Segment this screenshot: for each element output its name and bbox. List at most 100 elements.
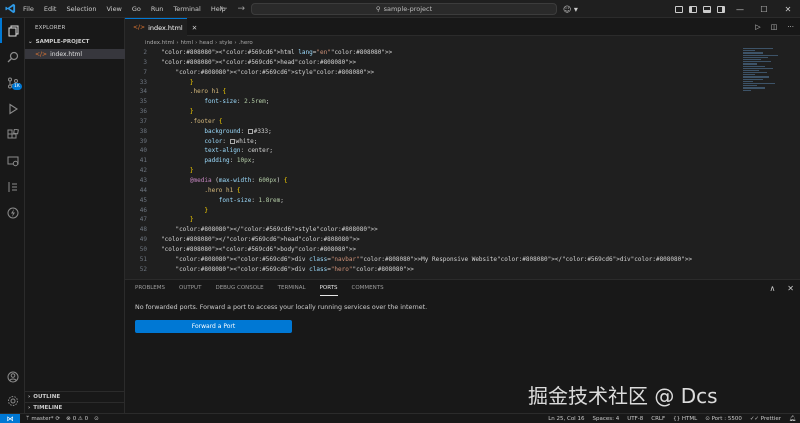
- notifications-bell-icon[interactable]: 🔔︎: [789, 416, 796, 422]
- tab-index-html[interactable]: </> index.html ✕: [125, 18, 197, 36]
- code-editor[interactable]: 2 "color:#808080"><"color:#569cd6">html l…: [125, 48, 725, 274]
- close-window-icon[interactable]: ✕: [776, 0, 800, 18]
- remote-indicator-icon[interactable]: ⋈: [0, 413, 20, 423]
- toggle-sidebar-icon[interactable]: [689, 5, 697, 13]
- code-line[interactable]: 45 font-size: 1.8rem;: [125, 196, 725, 206]
- line-content: padding: 10px;: [204, 157, 255, 165]
- account-icon[interactable]: [0, 364, 25, 389]
- timeline-section[interactable]: › TIMELINE: [25, 402, 125, 413]
- encoding[interactable]: UTF-8: [627, 416, 643, 422]
- language-mode[interactable]: {} HTML: [673, 416, 697, 422]
- check-double-icon: ✓✓: [749, 416, 761, 422]
- code-line[interactable]: 35 font-size: 2.5rem;: [125, 97, 725, 107]
- code-line[interactable]: 7 "color:#808080"><"color:#569cd6">style…: [125, 68, 725, 78]
- cursor-position[interactable]: Ln 25, Col 16: [548, 416, 584, 422]
- breadcrumb-item[interactable]: style: [219, 40, 232, 46]
- maximize-panel-icon[interactable]: ∧: [769, 284, 775, 293]
- file-item-index-html[interactable]: </> index.html: [25, 49, 125, 59]
- project-name: SAMPLE-PROJECT: [35, 39, 90, 45]
- maximize-icon[interactable]: ☐: [752, 0, 776, 18]
- tab-comments[interactable]: COMMENTS: [352, 280, 384, 296]
- split-editor-icon[interactable]: ◫: [771, 23, 778, 31]
- code-line[interactable]: 44 .hero h1 {: [125, 186, 725, 196]
- code-line[interactable]: 52 "color:#808080"><"color:#569cd6">div …: [125, 265, 725, 275]
- toggle-panel-icon[interactable]: [703, 5, 711, 13]
- editor-tabs: </> index.html ✕ ▷ ◫ ···: [125, 18, 800, 36]
- line-number: 3: [143, 58, 147, 66]
- forward-arrow-icon[interactable]: →: [238, 4, 246, 14]
- tab-terminal[interactable]: TERMINAL: [278, 280, 306, 296]
- line-content: "color:#808080"></"color:#569cd6">head"c…: [161, 236, 360, 244]
- source-control-icon[interactable]: 1K: [0, 70, 25, 95]
- code-line[interactable]: 47 }: [125, 215, 725, 225]
- prettier-status[interactable]: ✓✓ Prettier: [750, 416, 781, 422]
- explorer-icon[interactable]: [0, 18, 25, 43]
- search-activity-icon[interactable]: [0, 44, 25, 69]
- code-line[interactable]: 50 "color:#808080"><"color:#569cd6">body"…: [125, 245, 725, 255]
- git-branch[interactable]: ᛘ master* ⟳: [26, 416, 60, 422]
- code-line[interactable]: 34 .hero h1 {: [125, 87, 725, 97]
- line-content: }: [204, 206, 208, 214]
- code-line[interactable]: 37 .footer {: [125, 117, 725, 127]
- testing-icon[interactable]: [0, 174, 25, 199]
- menu-file[interactable]: File: [18, 0, 39, 18]
- menu-selection[interactable]: Selection: [61, 0, 101, 18]
- breadcrumb-item[interactable]: .hero: [239, 40, 253, 46]
- code-line[interactable]: 49 "color:#808080"></"color:#569cd6">head…: [125, 235, 725, 245]
- code-line[interactable]: 48 "color:#808080"></"color:#569cd6">sty…: [125, 225, 725, 235]
- toggle-secondary-sidebar-icon[interactable]: [717, 5, 725, 13]
- layout-customize-icon[interactable]: [675, 5, 683, 13]
- back-arrow-icon[interactable]: ←: [220, 4, 228, 14]
- more-actions-icon[interactable]: ···: [787, 23, 794, 31]
- breadcrumb-item[interactable]: head: [199, 40, 213, 46]
- close-tab-icon[interactable]: ✕: [192, 24, 197, 32]
- code-line[interactable]: 46 }: [125, 206, 725, 216]
- code-line[interactable]: 43 @media (max-width: 600px) {: [125, 176, 725, 186]
- minimize-icon[interactable]: —: [728, 0, 752, 18]
- code-line[interactable]: 41 padding: 10px;: [125, 156, 725, 166]
- code-line[interactable]: 40 text-align: center;: [125, 146, 725, 156]
- code-line[interactable]: 3 "color:#808080"><"color:#569cd6">head"c…: [125, 58, 725, 68]
- problems-indicator[interactable]: ⊗ 0 ⚠ 0: [66, 416, 88, 422]
- tab-problems[interactable]: PROBLEMS: [135, 280, 165, 296]
- menu-run[interactable]: Run: [146, 0, 168, 18]
- line-number: 34: [139, 88, 147, 96]
- line-content: text-align: center;: [204, 147, 273, 155]
- breadcrumb-item[interactable]: index.html: [145, 40, 174, 46]
- tab-debug-console[interactable]: DEBUG CONSOLE: [215, 280, 263, 296]
- settings-gear-icon[interactable]: [0, 388, 25, 413]
- menu-edit[interactable]: Edit: [39, 0, 62, 18]
- tab-ports[interactable]: PORTS: [319, 280, 338, 296]
- command-center-search[interactable]: ⚲ sample-project: [251, 3, 557, 15]
- code-line[interactable]: 2 "color:#808080"><"color:#569cd6">html l…: [125, 48, 725, 58]
- tab-output[interactable]: OUTPUT: [179, 280, 201, 296]
- explorer-title: EXPLORER: [35, 25, 66, 31]
- close-panel-icon[interactable]: ✕: [787, 284, 794, 293]
- minimap[interactable]: [743, 48, 793, 118]
- code-line[interactable]: 39 color: white;: [125, 137, 725, 147]
- code-line[interactable]: 51 "color:#808080"><"color:#569cd6">div …: [125, 255, 725, 265]
- code-line[interactable]: 36 }: [125, 107, 725, 117]
- code-line[interactable]: 42 }: [125, 166, 725, 176]
- code-line[interactable]: 38 background: #333;: [125, 127, 725, 137]
- outline-section[interactable]: › OUTLINE: [25, 391, 125, 402]
- project-folder-header[interactable]: ⌄ SAMPLE-PROJECT: [28, 39, 89, 45]
- menu-go[interactable]: Go: [127, 0, 146, 18]
- extensions-icon[interactable]: [0, 122, 25, 147]
- ports-indicator[interactable]: ⊙: [94, 416, 99, 422]
- menu-view[interactable]: View: [101, 0, 126, 18]
- run-icon[interactable]: ▷: [755, 23, 760, 31]
- end-of-line[interactable]: CRLF: [651, 416, 665, 422]
- remote-explorer-icon[interactable]: [0, 148, 25, 173]
- run-debug-icon[interactable]: [0, 96, 25, 121]
- copilot-icon[interactable]: ☺ ▾: [563, 0, 578, 18]
- line-number: 50: [139, 245, 147, 253]
- breadcrumb-item[interactable]: html: [181, 40, 194, 46]
- live-server-port[interactable]: ⊙ Port : 5500: [705, 416, 742, 422]
- live-share-icon[interactable]: [0, 200, 25, 225]
- code-line[interactable]: 33 }: [125, 78, 725, 88]
- branch-name: master*: [31, 415, 54, 422]
- forward-port-button[interactable]: Forward a Port: [135, 320, 292, 333]
- indentation[interactable]: Spaces: 4: [592, 416, 619, 422]
- menu-terminal[interactable]: Terminal: [168, 0, 205, 18]
